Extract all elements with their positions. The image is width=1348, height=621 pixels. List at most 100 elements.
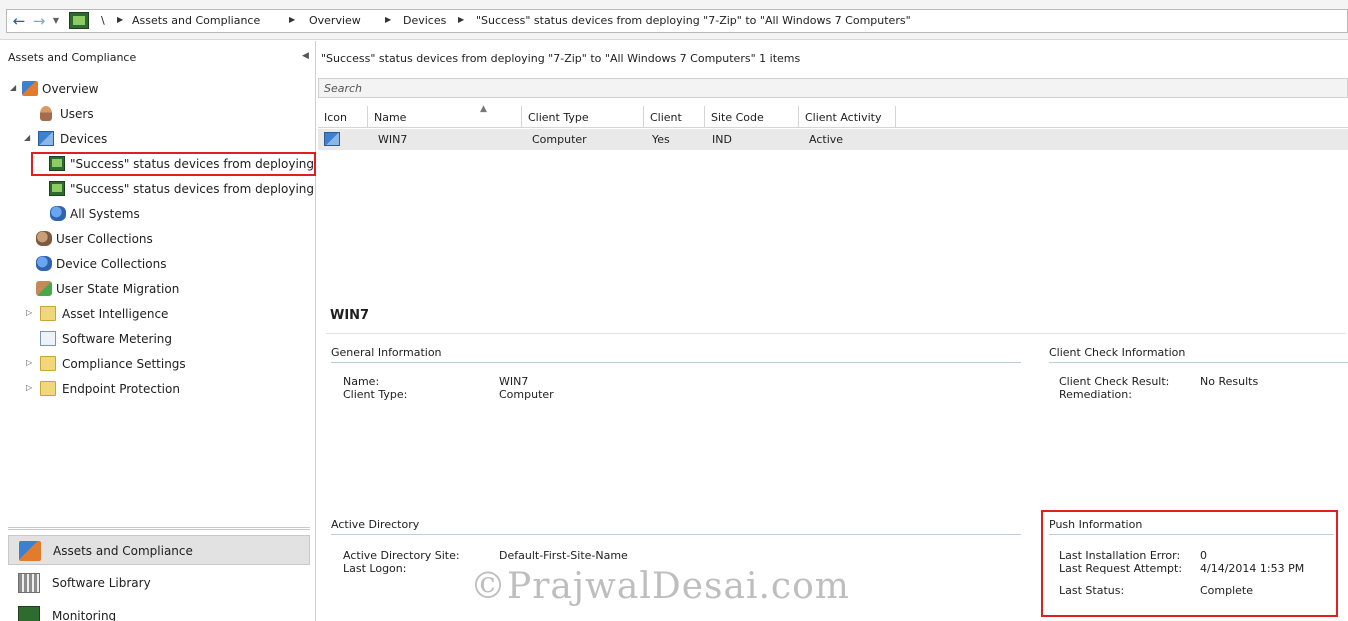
column-header-icon[interactable]: Icon (318, 106, 368, 128)
tree-item-endpoint-protection[interactable]: ▷ Endpoint Protection (0, 378, 316, 400)
column-header-label: Site Code (711, 111, 764, 124)
section-title-active-directory: Active Directory (331, 518, 420, 531)
collection-icon (50, 206, 66, 221)
tree-item-label: Devices (60, 132, 108, 146)
breadcrumb: ← → ▼ \ ▶ Assets and Compliance ▶ Overvi… (6, 9, 1348, 33)
collapsed-arrow-icon[interactable]: ▷ (26, 383, 32, 392)
workspace-label: Assets and Compliance (53, 544, 193, 558)
details-divider (326, 333, 1346, 334)
search-input[interactable] (319, 79, 1347, 97)
column-header-client[interactable]: Client (644, 106, 705, 128)
breadcrumb-separator-icon[interactable]: ▶ (385, 15, 391, 24)
migration-icon (36, 281, 52, 296)
collapsed-arrow-icon[interactable]: ▷ (26, 358, 32, 367)
cell-site-code: IND (712, 133, 732, 146)
collapsed-arrow-icon[interactable]: ▷ (26, 308, 32, 317)
selection-highlight-box (31, 152, 316, 176)
breadcrumb-overview[interactable]: Overview (309, 14, 361, 27)
list-header: "Success" status devices from deploying … (321, 52, 801, 65)
tree-item-user-state-migration[interactable]: User State Migration (0, 278, 316, 300)
tree-item-success-collection[interactable]: "Success" status devices from deploying … (33, 178, 314, 200)
tree-item-label: Users (60, 107, 94, 121)
tree-item-label: "Success" status devices from deploying … (70, 182, 314, 196)
folder-icon (40, 381, 56, 396)
metering-icon (40, 331, 56, 346)
section-title-general-information: General Information (331, 346, 442, 359)
tree-item-software-metering[interactable]: Software Metering (0, 328, 316, 350)
label-client-check-result: Client Check Result: (1059, 375, 1170, 388)
tree-item-user-collections[interactable]: User Collections (0, 228, 316, 250)
breadcrumb-separator-icon[interactable]: ▶ (458, 15, 464, 24)
devices-icon (38, 131, 54, 146)
column-header-client-type[interactable]: Client Type (522, 106, 644, 128)
tree-item-label: User Collections (56, 232, 153, 246)
breadcrumb-devices[interactable]: Devices (403, 14, 446, 27)
navigation-pane-title: Assets and Compliance (8, 51, 137, 64)
assets-and-compliance-icon (19, 541, 41, 561)
device-icon (324, 132, 340, 146)
forward-arrow-icon[interactable]: → (29, 12, 49, 30)
table-row[interactable]: WIN7 Computer Yes IND Active (318, 129, 1348, 150)
console-root-icon[interactable] (69, 12, 89, 29)
user-collection-icon (36, 231, 52, 246)
tree-item-devices[interactable]: ◢ Devices (0, 128, 316, 150)
search-box[interactable] (318, 78, 1348, 98)
collapse-pane-icon[interactable]: ◀ (302, 51, 309, 61)
monitor-icon (49, 181, 65, 196)
section-rule (1049, 362, 1348, 363)
tree-item-asset-intelligence[interactable]: ▷ Asset Intelligence (0, 303, 316, 325)
expanded-arrow-icon[interactable]: ◢ (10, 83, 16, 92)
history-dropdown-icon[interactable]: ▼ (50, 12, 62, 30)
label-client-type: Client Type: (343, 388, 408, 401)
breadcrumb-separator-icon[interactable]: ▶ (289, 15, 295, 24)
details-title: WIN7 (330, 308, 370, 323)
breadcrumb-root[interactable]: \ (101, 14, 105, 27)
column-header-label: Client Type (528, 111, 589, 124)
workspace-splitter[interactable] (8, 527, 310, 530)
tree-item-label: Overview (42, 82, 99, 96)
column-header-label: Client Activity (805, 111, 882, 124)
column-header-label: Client (650, 111, 682, 124)
label-active-directory-site: Active Directory Site: (343, 549, 460, 562)
cell-name: WIN7 (378, 133, 408, 146)
value-active-directory-site: Default-First-Site-Name (499, 549, 628, 562)
tree-item-users[interactable]: Users (0, 103, 316, 125)
collection-icon (36, 256, 52, 271)
user-icon (40, 106, 52, 121)
tree-item-label: User State Migration (56, 282, 180, 296)
monitoring-icon (18, 606, 40, 621)
tree-item-all-systems[interactable]: All Systems (0, 203, 316, 225)
overview-icon (22, 81, 38, 96)
column-header-label: Icon (324, 111, 347, 124)
address-bar: ← → ▼ \ ▶ Assets and Compliance ▶ Overvi… (0, 0, 1348, 40)
push-information-highlight-box (1041, 510, 1338, 617)
label-remediation: Remediation: (1059, 388, 1132, 401)
tree-item-device-collections[interactable]: Device Collections (0, 253, 316, 275)
breadcrumb-assets-and-compliance[interactable]: Assets and Compliance (132, 14, 260, 27)
tree-item-overview[interactable]: ◢ Overview (0, 78, 316, 100)
expanded-arrow-icon[interactable]: ◢ (24, 133, 30, 142)
watermark: ©PrajwalDesai.com (470, 566, 850, 607)
workspace-software-library[interactable]: Software Library (8, 568, 310, 598)
value-name: WIN7 (499, 375, 529, 388)
breadcrumb-separator-icon[interactable]: ▶ (117, 15, 123, 24)
label-last-logon: Last Logon: (343, 562, 407, 575)
tree-item-label: Endpoint Protection (62, 382, 180, 396)
tree-item-compliance-settings[interactable]: ▷ Compliance Settings (0, 353, 316, 375)
workspace-label: Software Library (52, 576, 151, 590)
column-header-client-activity[interactable]: Client Activity (799, 106, 896, 128)
label-name: Name: (343, 375, 380, 388)
folder-icon (40, 306, 56, 321)
tree-item-label: Asset Intelligence (62, 307, 169, 321)
sort-ascending-icon: ▲ (480, 104, 487, 114)
workspace-assets-and-compliance[interactable]: Assets and Compliance (8, 535, 310, 565)
workspace-monitoring[interactable]: Monitoring (8, 601, 310, 621)
cell-client-activity: Active (809, 133, 844, 146)
breadcrumb-current-collection[interactable]: "Success" status devices from deploying … (476, 14, 911, 27)
column-header-site-code[interactable]: Site Code (705, 106, 799, 128)
details-pane: WIN7 General Information Name: WIN7 Clie… (318, 296, 1348, 621)
column-header-label: Name (374, 111, 407, 124)
back-arrow-icon[interactable]: ← (9, 12, 29, 30)
section-title-client-check-information: Client Check Information (1049, 346, 1186, 359)
column-header-name[interactable]: ▲ Name (368, 104, 522, 128)
